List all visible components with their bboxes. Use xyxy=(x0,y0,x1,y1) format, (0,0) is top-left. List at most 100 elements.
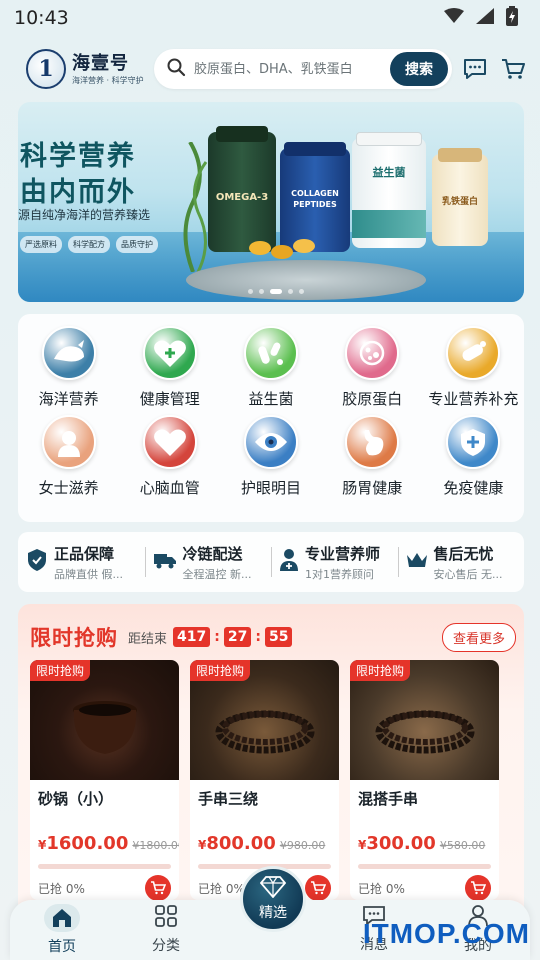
shield-check-icon xyxy=(26,548,48,576)
category-item[interactable]: 女士滋养 xyxy=(18,415,119,498)
guarantee-title: 冷链配送 xyxy=(182,544,243,563)
product-name: 混搭手串 xyxy=(358,790,419,808)
grid-icon xyxy=(155,905,177,931)
rock-illustration xyxy=(186,260,426,300)
collagen-icon xyxy=(345,326,400,380)
sold-row: 已抢 0% xyxy=(38,875,171,900)
cart-icon[interactable] xyxy=(500,57,526,81)
see-more-button[interactable]: 查看更多 xyxy=(441,622,516,652)
category-label: 益生菌 xyxy=(248,390,294,408)
category-item[interactable]: 肠胃健康 xyxy=(322,415,423,498)
add-to-cart-button[interactable] xyxy=(145,875,171,900)
sale-price: 800.00 xyxy=(206,833,276,854)
guarantee-bar: 正品保障 品牌直供 假... 冷链配送全程温控 新... 专业营养师 1对1营养顾问… xyxy=(18,532,524,592)
tab-home[interactable]: 首页 xyxy=(10,900,114,960)
banner-tag: 科学配方 xyxy=(68,236,110,253)
logo-name: 海壹号 xyxy=(72,52,129,74)
original-price: ¥1800.00 xyxy=(132,839,179,852)
category-item[interactable]: 海洋营养 xyxy=(18,326,119,409)
flash-sale-badge: 限时抢购 xyxy=(30,660,91,681)
logo-mark: 1 xyxy=(26,49,66,89)
battery-icon xyxy=(506,6,518,30)
sold-row: 已抢 0% xyxy=(358,875,491,900)
tab-label: 分类 xyxy=(152,938,180,954)
add-to-cart-button[interactable] xyxy=(305,875,331,900)
wifi-icon xyxy=(444,8,464,28)
site-watermark: ITMOP.COM xyxy=(362,918,530,949)
eye-icon xyxy=(243,415,298,469)
carousel-dot[interactable] xyxy=(248,289,253,294)
promo-banner[interactable]: 科学营养 由内而外 源自纯净海洋的营养臻选 严选原料 科学配方 品质守护 OME… xyxy=(18,102,524,302)
original-price: ¥980.00 xyxy=(279,839,326,852)
category-label: 肠胃健康 xyxy=(342,479,403,497)
lactoferrin-jar: 乳铁蛋白 xyxy=(432,148,488,246)
sale-price: 300.00 xyxy=(366,833,436,854)
heart-icon xyxy=(142,415,197,469)
category-label: 心脑血管 xyxy=(139,479,200,497)
sold-percentage: 已抢 0% xyxy=(38,881,85,896)
app-logo[interactable]: 1 海壹号 海洋营养 · 科学守护 xyxy=(26,49,148,89)
search-button[interactable]: 搜索 xyxy=(390,52,448,86)
search-bar[interactable]: 搜索 xyxy=(154,49,452,89)
bead-bracelet-illustration xyxy=(215,710,315,754)
category-label: 女士滋养 xyxy=(38,479,99,497)
tab-label: 首页 xyxy=(48,939,76,955)
guarantee-subtitle: 1对1营养顾问 xyxy=(305,567,374,581)
crown-icon xyxy=(406,551,428,573)
banner-title-line2: 由内而外 xyxy=(20,177,136,208)
nutritionist-icon xyxy=(279,548,299,576)
category-item[interactable]: 益生菌 xyxy=(220,326,321,409)
message-icon[interactable] xyxy=(462,57,488,81)
carousel-dot[interactable] xyxy=(259,289,264,294)
guarantee-title: 售后无忧 xyxy=(433,544,494,563)
product-card[interactable]: 限时抢购砂锅（小） ¥1600.00¥1800.00 已抢 0% xyxy=(30,660,179,900)
carousel-dot-active[interactable] xyxy=(270,289,282,294)
banner-tags: 严选原料 科学配方 品质守护 xyxy=(20,236,158,253)
guarantee-subtitle: 全程温控 新... xyxy=(182,567,252,581)
category-label: 胶原蛋白 xyxy=(342,390,403,408)
category-item[interactable]: 胶原蛋白 xyxy=(322,326,423,409)
capsules-illustration xyxy=(249,239,315,259)
countdown-hours: 417 xyxy=(173,627,211,647)
banner-subtitle: 源自纯净海洋的营养臻选 xyxy=(18,208,151,222)
tab-label: 精选 xyxy=(259,905,287,921)
carousel-dot[interactable] xyxy=(288,289,293,294)
sale-price: 1600.00 xyxy=(46,833,129,854)
bead-bracelet-illustration xyxy=(375,710,475,754)
currency-symbol: ¥ xyxy=(358,838,367,852)
guarantee-title: 专业营养师 xyxy=(305,544,381,563)
category-item[interactable]: 免疫健康 xyxy=(423,415,524,498)
guarantee-title: 正品保障 xyxy=(54,544,115,563)
price-row: ¥1600.00¥1800.00 xyxy=(38,833,179,854)
product-list: 限时抢购砂锅（小） ¥1600.00¥1800.00 已抢 0% 限时抢购手串三绕 ¥8… xyxy=(30,660,499,900)
logo-slogan: 海洋营养 · 科学守护 xyxy=(72,75,144,85)
tab-category[interactable]: 分类 xyxy=(114,900,218,960)
product-image: 限时抢购 xyxy=(30,660,179,780)
product-card[interactable]: 限时抢购 混搭手串 ¥300.00 ¥580.00 已抢 0% xyxy=(350,660,499,900)
add-to-cart-button[interactable] xyxy=(465,875,491,900)
product-card[interactable]: 限时抢购 手串三绕 ¥800.00 ¥980.00 已抢 0% xyxy=(190,660,339,900)
search-input[interactable] xyxy=(194,61,390,77)
category-item[interactable]: 心脑血管 xyxy=(119,415,220,498)
category-label: 健康管理 xyxy=(139,390,200,408)
status-icons xyxy=(444,6,518,30)
guarantee-after-sales[interactable]: 售后无忧 安心售后 无... xyxy=(397,543,525,582)
status-bar: 10:43 xyxy=(0,0,540,36)
product-image: 限时抢购 xyxy=(350,660,499,780)
product-image: 限时抢购 xyxy=(190,660,339,780)
tab-featured[interactable]: 精选 xyxy=(240,866,306,932)
countdown-separator: : xyxy=(214,629,220,645)
guarantee-authentic[interactable]: 正品保障 品牌直供 假... xyxy=(18,543,145,582)
countdown-seconds: 55 xyxy=(264,627,293,647)
category-item[interactable]: 专业营养补充 xyxy=(423,326,524,409)
guarantee-cold-chain[interactable]: 冷链配送全程温控 新... xyxy=(144,543,272,582)
carousel-dots xyxy=(248,289,304,294)
signal-icon xyxy=(476,8,494,28)
carousel-dot[interactable] xyxy=(299,289,304,294)
category-item[interactable]: 健康管理 xyxy=(119,326,220,409)
countdown-timer: 417 : 27 : 55 xyxy=(173,627,293,647)
category-item[interactable]: 护眼明目 xyxy=(220,415,321,498)
cart-icon xyxy=(311,881,326,895)
guarantee-nutritionist[interactable]: 专业营养师 1对1营养顾问 xyxy=(271,543,398,582)
category-grid: 海洋营养 健康管理 益生菌 胶原蛋白 专业营养补充女士滋养 心脑血管 护眼明目 肠胃健康 免疫健… xyxy=(18,314,524,522)
